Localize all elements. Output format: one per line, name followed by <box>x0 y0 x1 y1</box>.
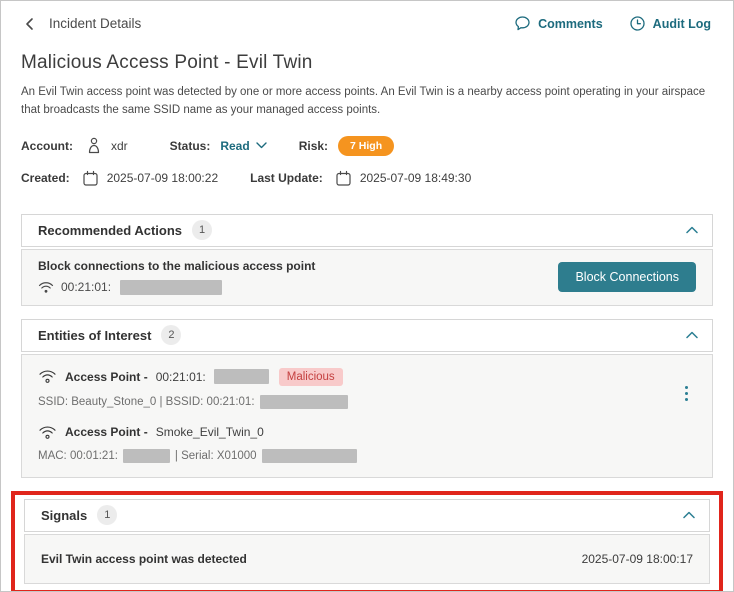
signals-header: Signals 1 <box>24 499 710 532</box>
created-value: 2025-07-09 18:00:22 <box>107 171 218 185</box>
account-label: Account: <box>21 139 73 153</box>
entity-type-label: Access Point - <box>65 370 148 384</box>
comments-label: Comments <box>538 17 603 31</box>
wifi-icon <box>38 281 54 294</box>
status-label: Status: <box>170 139 211 153</box>
entities-section: Entities of Interest 2 Access Point - 00… <box>21 319 713 478</box>
page-title: Incident Details <box>49 16 141 31</box>
collapse-chevron-up-icon[interactable] <box>686 331 698 339</box>
malicious-badge: Malicious <box>279 368 343 386</box>
entities-title: Entities of Interest <box>38 328 151 343</box>
signal-timestamp: 2025-07-09 18:00:17 <box>582 552 693 566</box>
collapse-chevron-up-icon[interactable] <box>683 511 695 519</box>
action-target-mac: 00:21:01: <box>61 280 111 294</box>
entities-count: 2 <box>161 325 181 345</box>
person-icon <box>85 136 103 155</box>
entity-details-text: | Serial: X01000 <box>175 450 257 462</box>
recommended-actions-title: Recommended Actions <box>38 223 182 238</box>
account-value: xdr <box>111 139 128 153</box>
created-label: Created: <box>21 171 70 185</box>
top-bar: Incident Details Comments Audit Log <box>1 1 733 38</box>
comments-button[interactable]: Comments <box>514 15 603 32</box>
recommended-actions-section: Recommended Actions 1 Block connections … <box>21 214 713 306</box>
redacted-value <box>120 280 222 295</box>
entity-row-access-point-1: Access Point - 00:21:01: Malicious SSID:… <box>38 368 696 409</box>
audit-log-label: Audit Log <box>653 17 711 31</box>
entity-details-text: SSID: Beauty_Stone_0 | BSSID: 00:21:01: <box>38 396 255 408</box>
signal-row: Evil Twin access point was detected 2025… <box>25 535 709 583</box>
entities-header: Entities of Interest 2 <box>21 319 713 352</box>
entity-details-text: MAC: 00:01:21: <box>38 450 118 462</box>
audit-log-button[interactable]: Audit Log <box>629 15 711 32</box>
back-chevron-icon <box>23 17 37 31</box>
entity-type-label: Access Point - <box>65 425 148 439</box>
calendar-icon <box>335 170 352 187</box>
recommended-actions-header: Recommended Actions 1 <box>21 214 713 247</box>
red-annotation-box: Signals 1 Evil Twin access point was det… <box>11 491 723 592</box>
signals-count: 1 <box>97 505 117 525</box>
calendar-icon <box>82 170 99 187</box>
risk-badge: 7 High <box>338 136 394 156</box>
entity-name: Smoke_Evil_Twin_0 <box>156 425 264 439</box>
entities-body: Access Point - 00:21:01: Malicious SSID:… <box>21 354 713 478</box>
meta-row-account-status-risk: Account: xdr Status: Read Risk: 7 High <box>21 136 713 156</box>
entity-name: 00:21:01: <box>156 370 206 384</box>
signal-text: Evil Twin access point was detected <box>41 552 247 566</box>
redacted-value <box>260 395 348 409</box>
comment-bubble-icon <box>514 15 531 32</box>
action-title: Block connections to the malicious acces… <box>38 259 315 273</box>
recommended-actions-count: 1 <box>192 220 212 240</box>
block-connections-button[interactable]: Block Connections <box>558 262 696 292</box>
last-update-label: Last Update: <box>250 171 323 185</box>
wifi-icon <box>38 425 57 440</box>
incident-details-page: Incident Details Comments Audit Log Mali… <box>0 0 734 592</box>
risk-label: Risk: <box>299 139 328 153</box>
chevron-down-icon <box>256 142 267 149</box>
kebab-menu-icon[interactable] <box>681 382 692 405</box>
clock-icon <box>629 15 646 32</box>
incident-description: An Evil Twin access point was detected b… <box>21 84 713 120</box>
last-update-value: 2025-07-09 18:49:30 <box>360 171 471 185</box>
signals-title: Signals <box>41 508 87 523</box>
status-value: Read <box>220 139 249 153</box>
entity-row-access-point-2: Access Point - Smoke_Evil_Twin_0 MAC: 00… <box>38 425 696 463</box>
signals-body: Evil Twin access point was detected 2025… <box>24 534 710 584</box>
redacted-value <box>123 449 170 463</box>
redacted-value <box>262 449 357 463</box>
recommended-actions-body: Block connections to the malicious acces… <box>21 249 713 306</box>
signals-section: Signals 1 Evil Twin access point was det… <box>24 499 710 584</box>
back-button[interactable] <box>23 17 37 31</box>
wifi-icon <box>38 369 57 384</box>
incident-title: Malicious Access Point - Evil Twin <box>21 52 713 74</box>
status-dropdown[interactable]: Read <box>220 139 266 153</box>
collapse-chevron-up-icon[interactable] <box>686 226 698 234</box>
recommended-action-row: Block connections to the malicious acces… <box>22 250 712 305</box>
meta-row-dates: Created: 2025-07-09 18:00:22 Last Update… <box>21 170 713 187</box>
redacted-value <box>214 369 269 384</box>
